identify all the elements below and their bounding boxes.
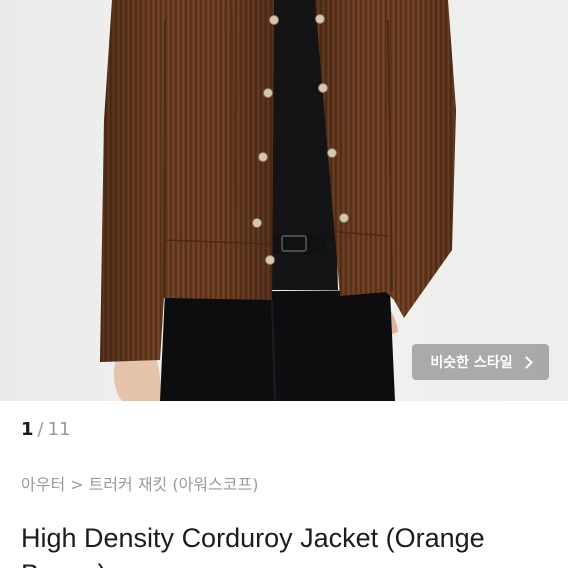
similar-style-label: 비슷한 스타일 [430, 355, 513, 371]
product-page: 비슷한 스타일 1/11 아우터 > 트러커 재킷 (아워스코프) High Den… [0, 0, 568, 568]
product-image[interactable]: 비슷한 스타일 [0, 0, 568, 401]
similar-style-button[interactable]: 비슷한 스타일 [412, 344, 549, 380]
image-counter: 1/11 [21, 418, 71, 442]
breadcrumb: 아우터 > 트러커 재킷 (아워스코프) [21, 474, 258, 496]
product-title: High Density Corduroy Jacket (Orange Bro… [21, 523, 485, 568]
breadcrumb-category[interactable]: 아우터 [21, 475, 65, 494]
chevron-right-icon [519, 356, 533, 369]
image-counter-separator: / [37, 419, 44, 440]
jacket-photo-illustration [100, 0, 456, 401]
breadcrumb-subcategory[interactable]: 트러커 재킷 (아워스코프) [89, 475, 259, 494]
breadcrumb-arrow: > [70, 475, 84, 494]
image-counter-current: 1 [21, 419, 34, 440]
image-counter-total: 11 [47, 419, 71, 440]
